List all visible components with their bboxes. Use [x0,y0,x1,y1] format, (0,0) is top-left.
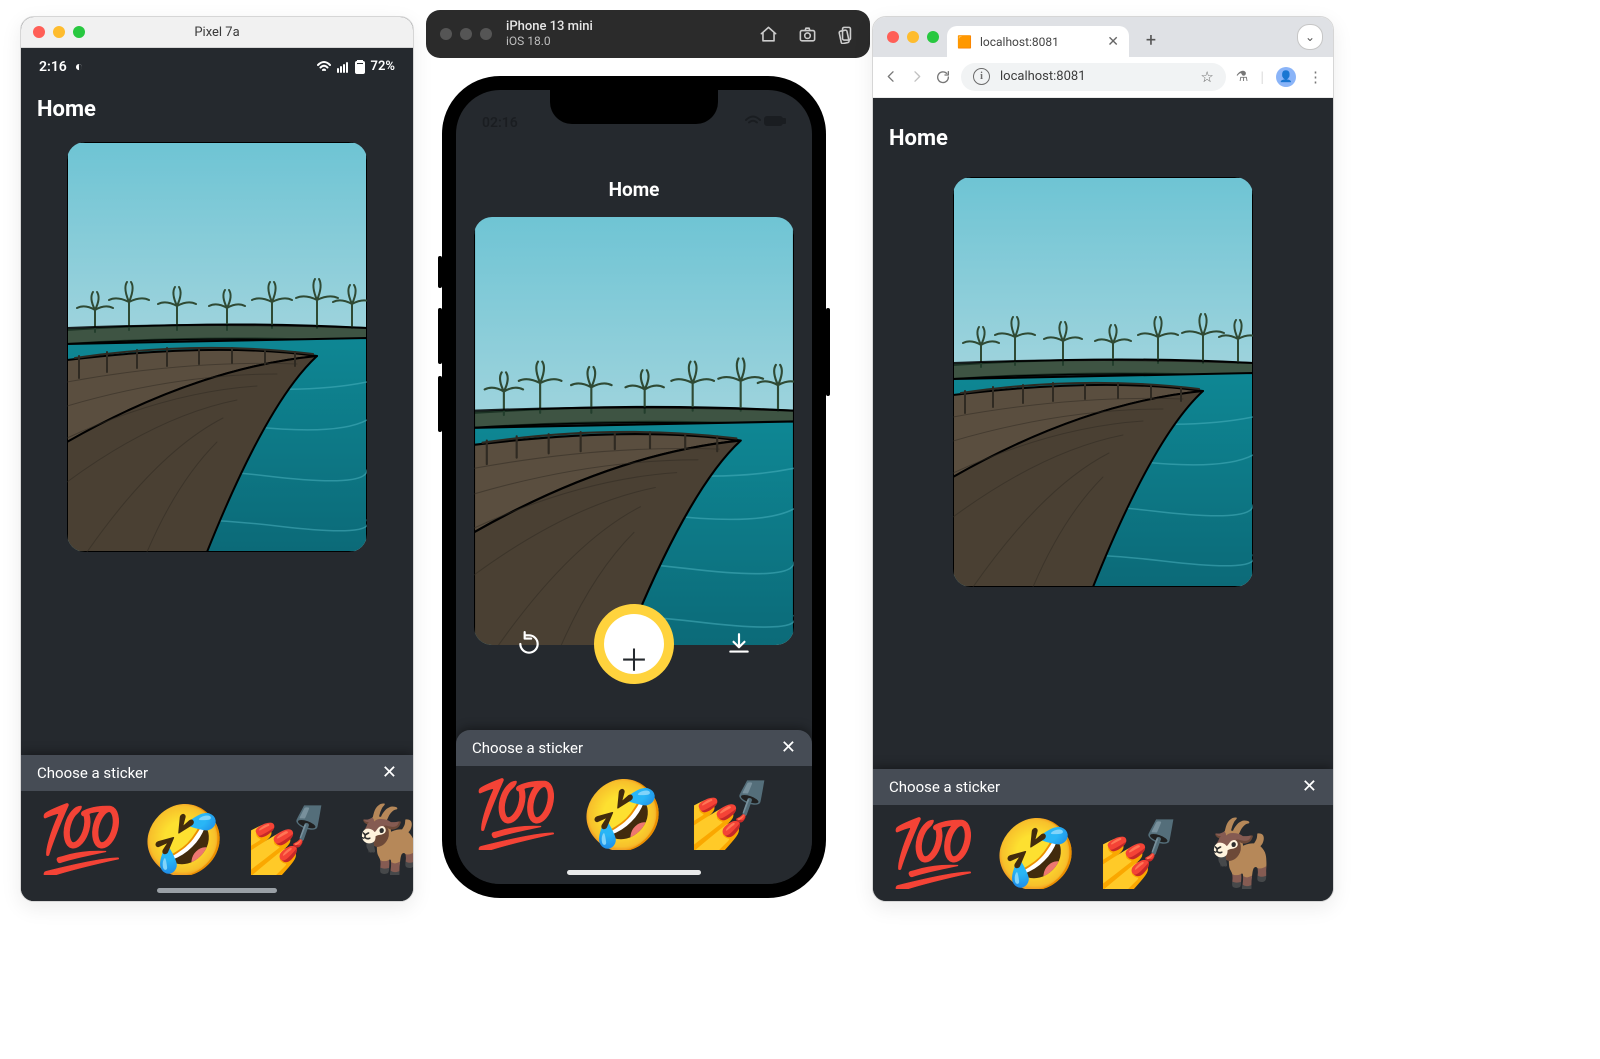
android-window-titlebar: Pixel 7a [21,17,413,48]
android-window-title: Pixel 7a [21,25,413,40]
page-title: Home [456,142,812,217]
battery-icon [355,60,365,74]
android-emulator-window: Pixel 7a 2:16 ◐ 72% Home Choose a sticke… [20,16,414,902]
sticker-item[interactable]: 💅 [687,782,772,850]
ios-os-version: iOS 18.0 [506,35,593,49]
sticker-sheet: Choose a sticker ✕ 💯 🤣 💅 [456,730,812,884]
ios-toolbar-title: iPhone 13 mini iOS 18.0 [506,20,593,49]
photo-preview[interactable] [474,217,794,645]
site-info-icon[interactable]: i [973,68,990,85]
browser-tab-strip: 🟧 localhost:8081 ✕ + ⌄ [873,17,1333,57]
close-icon[interactable]: ✕ [1302,778,1317,796]
photo-preview[interactable] [67,142,367,552]
favicon-icon: 🟧 [957,35,972,49]
sticker-item[interactable]: 🤣 [142,807,227,875]
sticker-sheet: Choose a sticker ✕ 💯 🤣 💅 🐐 [21,755,413,901]
sticker-list: 💯 🤣 💅 [456,766,812,850]
close-icon[interactable]: ✕ [781,739,796,757]
minimize-icon[interactable] [460,28,472,40]
address-bar[interactable]: i localhost:8081 ☆ [961,63,1226,91]
sticker-sheet-title: Choose a sticker [37,764,148,782]
ios-simulator-toolbar: iPhone 13 mini iOS 18.0 [426,10,870,58]
download-icon[interactable] [726,631,752,657]
wifi-icon [317,60,331,74]
status-battery-percent: 72% [371,59,395,74]
android-nav-pill[interactable] [157,888,277,893]
reload-icon[interactable] [935,69,951,85]
menu-icon[interactable]: ⋮ [1308,68,1323,86]
maximize-icon[interactable] [480,28,492,40]
android-screen: 2:16 ◐ 72% Home Choose a sticker ✕ 💯 🤣 💅 [21,48,413,901]
close-icon[interactable]: ✕ [382,764,397,782]
url-text: localhost:8081 [1000,69,1086,84]
back-icon[interactable] [883,69,899,85]
new-tab-button[interactable]: + [1137,27,1165,55]
action-row: ＋ [456,604,812,684]
close-tab-icon[interactable]: ✕ [1107,34,1119,50]
browser-viewport: Home Choose a sticker ✕ 💯 🤣 💅 🐐 [873,98,1333,901]
status-indicators [745,115,786,131]
sticker-sheet-header: Choose a sticker ✕ [873,769,1333,805]
sticker-item[interactable]: 💯 [39,807,124,875]
sticker-item[interactable]: 🤣 [994,821,1079,889]
reset-icon[interactable] [516,631,542,657]
browser-window: 🟧 localhost:8081 ✕ + ⌄ i localhost:8081 … [872,16,1334,902]
ios-home-indicator[interactable] [567,870,701,875]
photo-preview[interactable] [953,177,1253,587]
tab-overflow-button[interactable]: ⌄ [1297,24,1323,50]
bookmark-icon[interactable]: ☆ [1200,68,1213,86]
sticker-sheet-header: Choose a sticker ✕ [21,755,413,791]
window-traffic-lights[interactable] [440,28,492,40]
profile-icon[interactable]: 👤 [1276,67,1296,87]
sticker-sheet-title: Choose a sticker [472,739,583,757]
iphone-notch [550,90,718,124]
iphone-frame: 02:16 Home ＋ Choose a sticker ✕ 💯 � [442,76,826,898]
page-title: Home [873,98,1333,171]
sticker-list: 💯 🤣 💅 🐐 [873,805,1333,889]
sticker-item[interactable]: 💅 [244,807,329,875]
sticker-item[interactable]: 🐐 [1199,821,1284,889]
android-status-bar: 2:16 ◐ 72% [21,48,413,97]
status-app-icon: ◐ [75,58,83,75]
close-icon[interactable] [887,31,899,43]
window-traffic-lights[interactable] [887,31,939,43]
sticker-list: 💯 🤣 💅 🐐 [21,791,413,875]
status-time: 02:16 [482,115,518,131]
sticker-item[interactable]: 💯 [474,782,559,850]
browser-toolbar: i localhost:8081 ☆ ⚗ | 👤 ⋮ [873,57,1333,98]
minimize-icon[interactable] [907,31,919,43]
ios-screen: 02:16 Home ＋ Choose a sticker ✕ 💯 � [456,90,812,884]
browser-tab[interactable]: 🟧 localhost:8081 ✕ [947,26,1129,58]
rotate-icon[interactable] [837,25,856,44]
sticker-sheet-title: Choose a sticker [889,778,1000,796]
screenshot-icon[interactable] [798,25,817,44]
page-title: Home [21,97,413,142]
signal-icon [337,61,349,73]
status-time: 2:16 [39,59,67,75]
sticker-item[interactable]: 🤣 [581,782,666,850]
sticker-sheet: Choose a sticker ✕ 💯 🤣 💅 🐐 [873,769,1333,901]
sticker-sheet-header: Choose a sticker ✕ [456,730,812,766]
maximize-icon[interactable] [927,31,939,43]
ios-device-name: iPhone 13 mini [506,20,593,35]
sticker-item[interactable]: 💯 [891,821,976,889]
sticker-item[interactable]: 🐐 [347,807,413,875]
tab-title: localhost:8081 [980,35,1059,49]
extensions-icon[interactable]: ⚗ [1236,69,1249,85]
sticker-item[interactable]: 💅 [1096,821,1181,889]
close-icon[interactable] [440,28,452,40]
forward-icon[interactable] [909,69,925,85]
home-icon[interactable] [759,25,778,44]
add-sticker-button[interactable]: ＋ [594,604,674,684]
